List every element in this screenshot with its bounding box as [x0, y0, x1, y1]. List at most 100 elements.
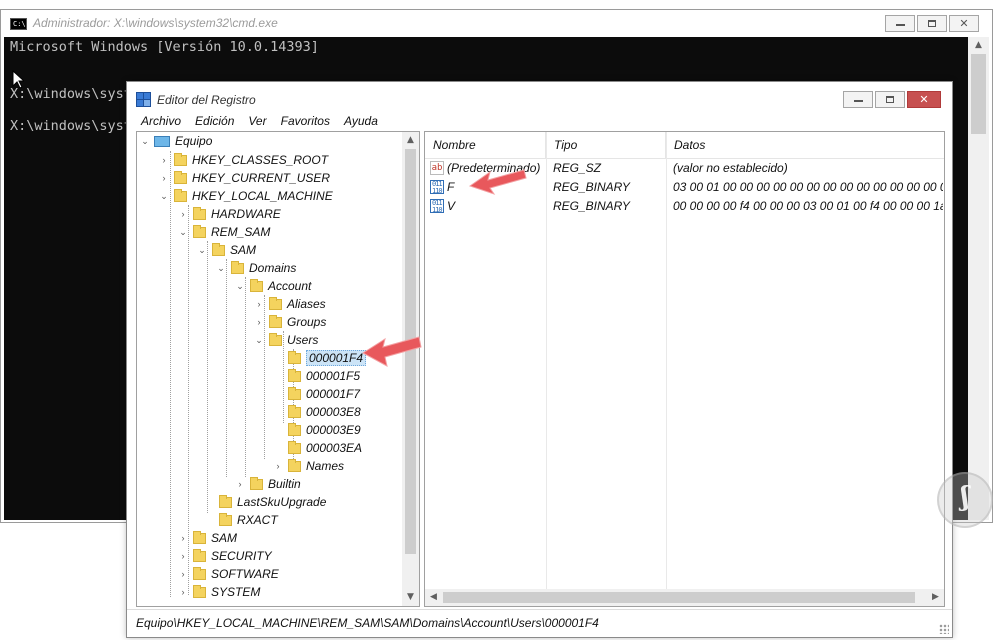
- computer-icon: [154, 135, 170, 147]
- regedit-titlebar[interactable]: Editor del Registro ✕: [127, 82, 952, 112]
- tree-node-account[interactable]: ⌄ Account: [234, 277, 311, 295]
- tree-node-hkcr[interactable]: › HKEY_CLASSES_ROOT: [158, 151, 328, 169]
- regedit-maximize-button[interactable]: [875, 91, 905, 108]
- expand-chevron-icon[interactable]: ›: [177, 551, 189, 561]
- console-line: Microsoft Windows [Versión 10.0.14393]: [10, 39, 319, 55]
- folder-icon: [193, 584, 206, 598]
- cmd-maximize-button[interactable]: [917, 15, 947, 32]
- menu-ayuda[interactable]: Ayuda: [337, 112, 385, 131]
- value-row[interactable]: 011 110 V REG_BINARY 00 00 00 00 f4 00 00…: [425, 197, 944, 216]
- tree-node-software[interactable]: › SOFTWARE: [177, 565, 279, 583]
- folder-icon: [193, 224, 206, 238]
- tree-node-names[interactable]: › Names: [272, 457, 344, 475]
- tree-node-domains[interactable]: ⌄ Domains: [215, 259, 296, 277]
- expand-chevron-icon[interactable]: ›: [253, 317, 265, 327]
- tree-node-lastskuupgrade[interactable]: LastSkuUpgrade: [215, 493, 326, 511]
- close-icon: ✕: [959, 17, 969, 30]
- expand-chevron-icon[interactable]: ›: [177, 569, 189, 579]
- cmd-scroll-thumb[interactable]: [971, 54, 986, 134]
- tree-node-users[interactable]: ⌄ Users: [253, 331, 318, 349]
- scroll-up-icon[interactable]: ▲: [968, 37, 989, 54]
- tree-node-sam-hive[interactable]: › SAM: [177, 529, 237, 547]
- tree-node-000003e8[interactable]: 000003E8: [284, 403, 361, 421]
- cmd-close-button[interactable]: ✕: [949, 15, 979, 32]
- value-name: V: [447, 199, 456, 213]
- value-type: REG_SZ: [553, 161, 602, 175]
- folder-icon: [193, 548, 206, 562]
- maximize-icon: [886, 96, 894, 103]
- resize-grip-icon[interactable]: [939, 624, 949, 634]
- collapse-chevron-icon[interactable]: ⌄: [234, 281, 246, 292]
- menu-favoritos[interactable]: Favoritos: [274, 112, 337, 131]
- scroll-right-icon[interactable]: ▶: [927, 589, 944, 606]
- tree-node-aliases[interactable]: › Aliases: [253, 295, 326, 313]
- cmd-minimize-button[interactable]: [885, 15, 915, 32]
- regedit-minimize-button[interactable]: [843, 91, 873, 108]
- values-scroll-thumb[interactable]: [443, 592, 915, 603]
- folder-icon: [219, 512, 232, 526]
- registry-tree[interactable]: ⌄ Equipo › HKEY_CLASSES_ROOT › HKEY_CURRENT…: [136, 131, 420, 607]
- collapse-chevron-icon[interactable]: ⌄: [215, 263, 227, 274]
- red-arrow-icon: [468, 169, 527, 195]
- menu-ver[interactable]: Ver: [241, 112, 273, 131]
- menu-edicion[interactable]: Edición: [188, 112, 241, 131]
- scroll-up-icon[interactable]: ▲: [402, 132, 419, 149]
- expand-chevron-icon[interactable]: ›: [253, 299, 265, 309]
- expand-chevron-icon[interactable]: ›: [177, 209, 189, 219]
- column-header-type[interactable]: Tipo: [546, 132, 666, 158]
- tree-node-000003e9[interactable]: 000003E9: [284, 421, 361, 439]
- tree-node-000003ea[interactable]: 000003EA: [284, 439, 362, 457]
- values-h-scrollbar[interactable]: ◀ ▶: [425, 589, 944, 606]
- tree-node-builtin[interactable]: › Builtin: [234, 475, 301, 493]
- expand-chevron-icon[interactable]: ›: [234, 479, 246, 489]
- console-line: X:\windows\syst: [10, 86, 132, 102]
- folder-icon: [193, 206, 206, 220]
- tree-node-hkcu[interactable]: › HKEY_CURRENT_USER: [158, 169, 330, 187]
- tree-node-rem-sam[interactable]: ⌄ REM_SAM: [177, 223, 270, 241]
- collapse-chevron-icon[interactable]: ⌄: [253, 335, 265, 346]
- tree-node-000001f4[interactable]: 000001F4: [284, 349, 367, 367]
- tree-node-hklm[interactable]: ⌄ HKEY_LOCAL_MACHINE: [158, 187, 333, 205]
- tree-node-security[interactable]: › SECURITY: [177, 547, 272, 565]
- tree-node-hardware[interactable]: › HARDWARE: [177, 205, 281, 223]
- expand-chevron-icon[interactable]: ›: [272, 461, 284, 471]
- menu-archivo[interactable]: Archivo: [127, 112, 188, 131]
- scroll-down-icon[interactable]: ▼: [402, 589, 419, 606]
- tree-node-sam[interactable]: ⌄ SAM: [196, 241, 256, 259]
- status-path: Equipo\HKEY_LOCAL_MACHINE\REM_SAM\SAM\Do…: [136, 616, 599, 630]
- column-header-name[interactable]: Nombre: [425, 132, 546, 158]
- tree-node-000001f5[interactable]: 000001F5: [284, 367, 360, 385]
- cmd-scrollbar[interactable]: ▲: [968, 37, 989, 520]
- folder-icon: [193, 530, 206, 544]
- folder-icon: [193, 566, 206, 580]
- collapse-chevron-icon[interactable]: ⌄: [196, 245, 208, 256]
- cmd-titlebar[interactable]: C:\ Administrador: X:\windows\system32\c…: [1, 10, 992, 37]
- scroll-left-icon[interactable]: ◀: [425, 589, 442, 606]
- tree-node-000001f7[interactable]: 000001F7: [284, 385, 360, 403]
- regedit-title: Editor del Registro: [157, 93, 256, 107]
- expand-chevron-icon[interactable]: ›: [158, 173, 170, 183]
- regedit-close-button[interactable]: ✕: [907, 91, 941, 108]
- column-header-data[interactable]: Datos: [666, 132, 944, 158]
- folder-icon: [288, 458, 301, 472]
- expand-chevron-icon[interactable]: ›: [177, 587, 189, 597]
- values-pane[interactable]: Nombre Tipo Datos ab (Predeterminado) RE…: [424, 131, 945, 607]
- folder-icon: [288, 440, 301, 454]
- minimize-icon: [854, 100, 863, 102]
- folder-icon: [269, 314, 282, 328]
- expand-chevron-icon[interactable]: ›: [177, 533, 189, 543]
- console-line: X:\windows\syst: [10, 118, 132, 134]
- folder-icon: [174, 152, 187, 166]
- collapse-chevron-icon[interactable]: ⌄: [177, 227, 189, 238]
- tree-node-system[interactable]: › SYSTEM: [177, 583, 260, 601]
- expand-chevron-icon[interactable]: ›: [158, 155, 170, 165]
- folder-icon: [288, 350, 301, 364]
- tree-node-equipo[interactable]: ⌄ Equipo: [139, 132, 212, 150]
- watermark-logo: ʃ: [937, 472, 993, 528]
- red-arrow-icon: [362, 336, 422, 367]
- tree-node-rxact[interactable]: RXACT: [215, 511, 278, 529]
- tree-scrollbar[interactable]: ▲ ▼: [402, 132, 419, 606]
- tree-node-groups[interactable]: › Groups: [253, 313, 326, 331]
- collapse-chevron-icon[interactable]: ⌄: [139, 136, 151, 147]
- collapse-chevron-icon[interactable]: ⌄: [158, 191, 170, 202]
